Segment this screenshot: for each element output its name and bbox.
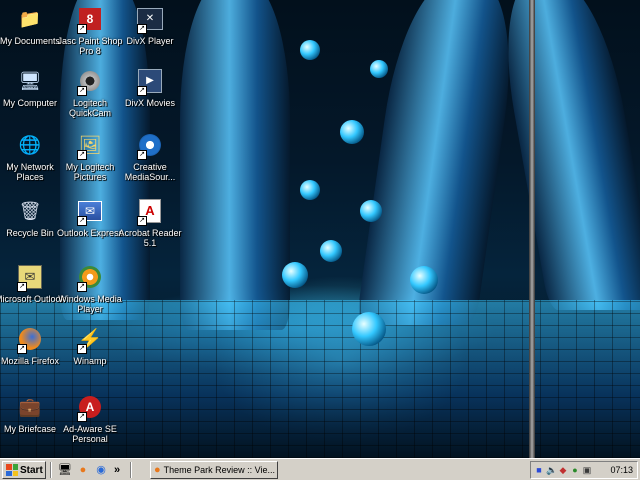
disco-ball: [360, 200, 382, 222]
network-icon[interactable]: ■: [534, 465, 544, 475]
webcam-icon: ↗: [75, 66, 105, 96]
taskbar-window-button[interactable]: ● Theme Park Review :: Vie...: [150, 461, 278, 479]
pictures-folder-icon: 🖼 ↗: [77, 134, 102, 160]
desktop-icon-winamp[interactable]: ⚡ ↗ Winamp: [54, 324, 126, 367]
security-icon[interactable]: ◆: [558, 465, 568, 475]
disco-ball: [370, 60, 388, 78]
wallpaper-pillar: [355, 0, 525, 325]
recycle-bin-icon: 🗑: [18, 200, 42, 221]
winamp-icon: ⚡ ↗: [77, 328, 103, 354]
outlook-express-icon: ✉ ↗: [75, 196, 105, 226]
taskbar-window-title: Theme Park Review :: Vie...: [163, 465, 276, 475]
taskbar-separator: [50, 462, 52, 478]
paint-shop-pro-icon: 8 ↗: [75, 4, 105, 34]
taskbar-clock[interactable]: 07:13: [610, 465, 633, 475]
desktop-icon-label: Windows Media Player: [58, 294, 122, 314]
show-desktop-icon[interactable]: 🖥: [58, 463, 72, 477]
taskbar: Start 🖥 ● ◉ » ● Theme Park Review :: Vie…: [0, 458, 640, 480]
briefcase-icon: 💼: [18, 396, 42, 417]
disco-ball: [340, 120, 364, 144]
media-player-icon: ↗: [75, 262, 105, 292]
start-label: Start: [20, 464, 43, 476]
desktop-icon-label: Ad-Aware SE Personal: [63, 424, 117, 444]
desktop-icon-label: Creative MediaSour...: [124, 162, 176, 182]
browser-icon[interactable]: ◉: [94, 463, 108, 477]
disco-ball: [300, 180, 320, 200]
desktop-icon-label: Acrobat Reader 5.1: [118, 228, 182, 248]
acrobat-reader-icon: A ↗: [135, 196, 165, 226]
outlook-icon: ✉ ↗: [15, 262, 45, 292]
network-places-icon: 🌐: [18, 134, 42, 155]
divx-movies-icon: ▶ ↗: [135, 66, 165, 96]
desktop-icon-acrobat-reader[interactable]: A ↗ Acrobat Reader 5.1: [114, 196, 186, 248]
computer-icon: 🖥: [18, 70, 42, 91]
creative-mediasource-icon: ↗: [135, 130, 165, 160]
disco-ball: [300, 40, 320, 60]
desktop-icon-ad-aware[interactable]: A ↗ Ad-Aware SE Personal: [54, 392, 126, 444]
system-tray: ■ 🔈 ◆ ● ▣ 07:13: [530, 461, 638, 479]
divx-player-icon: ✕ ↗: [135, 4, 165, 34]
start-button[interactable]: Start: [2, 461, 46, 479]
desktop-icon-divx-movies[interactable]: ▶ ↗ DivX Movies: [114, 66, 186, 108]
quick-launch-overflow[interactable]: »: [112, 463, 122, 477]
desktop-icon-creative-mediasource[interactable]: ↗ Creative MediaSour...: [114, 130, 186, 182]
folder-documents-icon: 📁: [18, 8, 42, 29]
windows-logo-icon: [6, 464, 18, 476]
disco-ball: [410, 266, 438, 294]
ad-aware-icon: A ↗: [75, 392, 105, 422]
disco-ball: [352, 312, 386, 346]
messenger-icon[interactable]: ●: [570, 465, 580, 475]
desktop-icon-label: DivX Movies: [124, 98, 175, 108]
disco-ball: [282, 262, 308, 288]
disco-ball: [320, 240, 342, 262]
desktop-icon-divx-player[interactable]: ✕ ↗ DivX Player: [114, 4, 186, 46]
desktop-icon-label: Winamp: [73, 356, 107, 366]
wallpaper-pole: [529, 0, 535, 458]
wallpaper-pillar: [490, 0, 640, 310]
volume-icon[interactable]: 🔈: [546, 465, 557, 475]
firefox-icon: ●: [154, 464, 161, 476]
desktop-icon-label: DivX Player: [126, 36, 174, 46]
desktop-icon-windows-media-player[interactable]: ↗ Windows Media Player: [54, 262, 126, 314]
taskbar-separator: [130, 462, 132, 478]
wallpaper-pillar: [180, 0, 290, 330]
firefox-icon: ↗: [15, 324, 45, 354]
firefox-icon[interactable]: ●: [76, 463, 90, 477]
monitor-icon[interactable]: ▣: [582, 465, 592, 475]
